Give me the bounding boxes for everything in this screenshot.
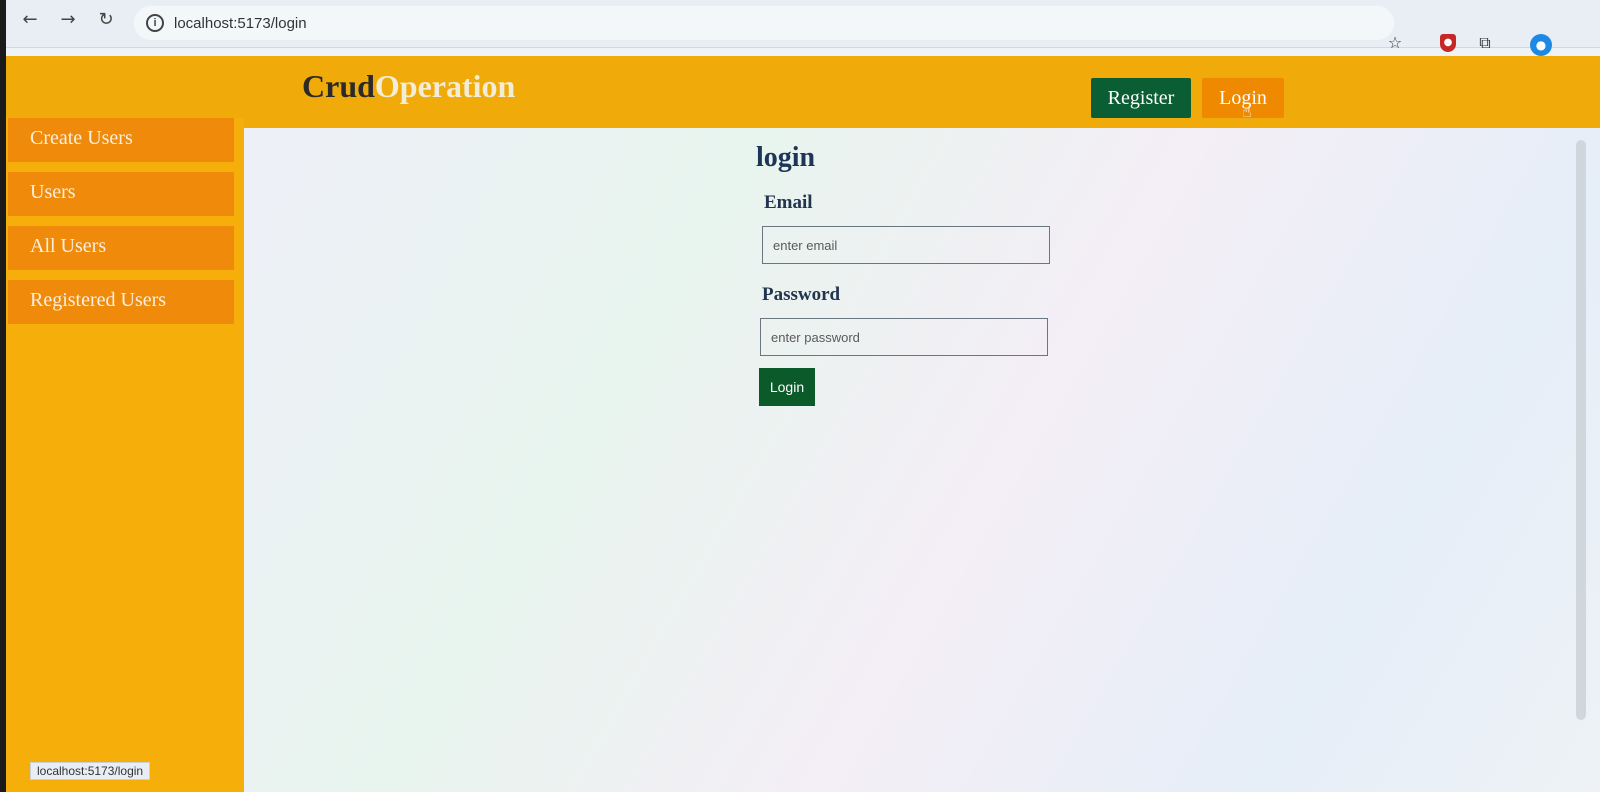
info-icon[interactable]: i — [146, 14, 164, 32]
sidebar: Create Users Users All Users Registered … — [6, 118, 244, 792]
sidebar-item-create-users[interactable]: Create Users — [8, 118, 234, 162]
top-navbar: CrudOperation Register Login ☝ — [6, 56, 1600, 128]
url-text: localhost:5173/login — [174, 15, 307, 32]
main-content: login Email Password Login — [244, 128, 1600, 792]
register-button[interactable]: Register — [1091, 78, 1191, 118]
profile-icon[interactable]: ● — [1530, 34, 1552, 56]
brand-part-2: Operation — [374, 68, 516, 104]
app-root: CrudOperation Register Login ☝ Create Us… — [6, 56, 1600, 792]
email-field[interactable] — [762, 226, 1050, 264]
email-label: Email — [764, 192, 813, 213]
sidebar-item-label: All Users — [30, 235, 107, 257]
login-submit-button[interactable]: Login — [759, 368, 815, 406]
reload-icon[interactable]: ↻ — [94, 8, 118, 32]
address-bar[interactable]: i localhost:5173/login — [134, 6, 1394, 40]
sidebar-item-users[interactable]: Users — [8, 172, 234, 216]
browser-window: ← → ↻ i localhost:5173/login ☆ ● ⧉ ● Cru… — [6, 0, 1600, 792]
scrollbar[interactable] — [1576, 140, 1586, 720]
brand-logo[interactable]: CrudOperation — [302, 68, 515, 105]
brand-part-1: Crud — [302, 68, 375, 104]
status-bar-url: localhost:5173/login — [30, 762, 151, 780]
sidebar-item-label: Registered Users — [30, 289, 167, 311]
browser-toolbar: ← → ↻ i localhost:5173/login ☆ ● ⧉ ● — [6, 0, 1600, 56]
sidebar-item-label: Users — [30, 181, 76, 203]
sidebar-item-all-users[interactable]: All Users — [8, 226, 234, 270]
forward-arrow-icon[interactable]: → — [56, 8, 80, 32]
password-field[interactable] — [760, 318, 1048, 356]
star-icon[interactable]: ☆ — [1384, 32, 1406, 54]
shield-icon[interactable]: ● — [1440, 34, 1456, 52]
sidebar-item-registered-users[interactable]: Registered Users — [8, 280, 234, 324]
sidebar-item-label: Create Users — [30, 127, 133, 149]
back-arrow-icon[interactable]: ← — [18, 8, 42, 32]
hand-cursor-icon: ☝ — [1242, 102, 1252, 121]
page-title: login — [756, 142, 816, 173]
password-label: Password — [762, 284, 841, 305]
extensions-icon[interactable]: ⧉ — [1474, 32, 1496, 54]
